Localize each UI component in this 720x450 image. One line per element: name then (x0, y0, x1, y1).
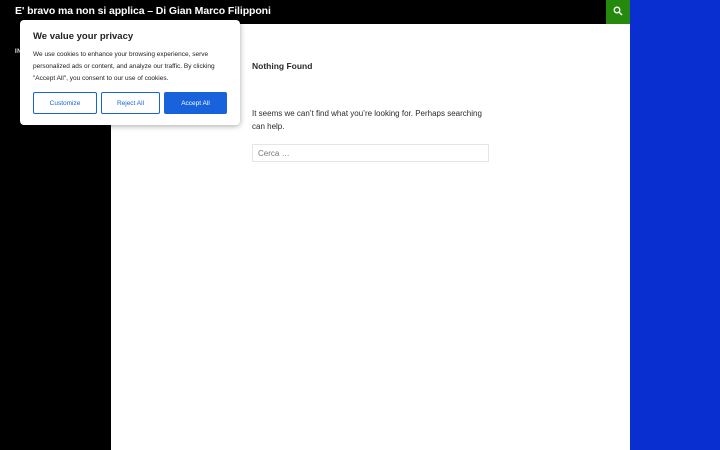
search-input[interactable] (252, 144, 489, 162)
site-title[interactable]: E' bravo ma non si applica – Di Gian Mar… (15, 5, 271, 17)
search-icon (613, 3, 623, 21)
cookie-consent-banner: We value your privacy We use cookies to … (20, 20, 240, 125)
page: E' bravo ma non si applica – Di Gian Mar… (0, 0, 630, 450)
cookie-title: We value your privacy (33, 31, 134, 42)
search-toggle-button[interactable] (606, 0, 630, 24)
reject-all-button[interactable]: Reject All (101, 92, 160, 114)
customize-button[interactable]: Customize (33, 92, 97, 114)
page-title: Nothing Found (252, 61, 313, 71)
not-found-message: It seems we can’t find what you’re looki… (252, 109, 482, 131)
cookie-description: We use cookies to enhance your browsing … (33, 51, 215, 82)
accept-all-button[interactable]: Accept All (164, 92, 227, 114)
